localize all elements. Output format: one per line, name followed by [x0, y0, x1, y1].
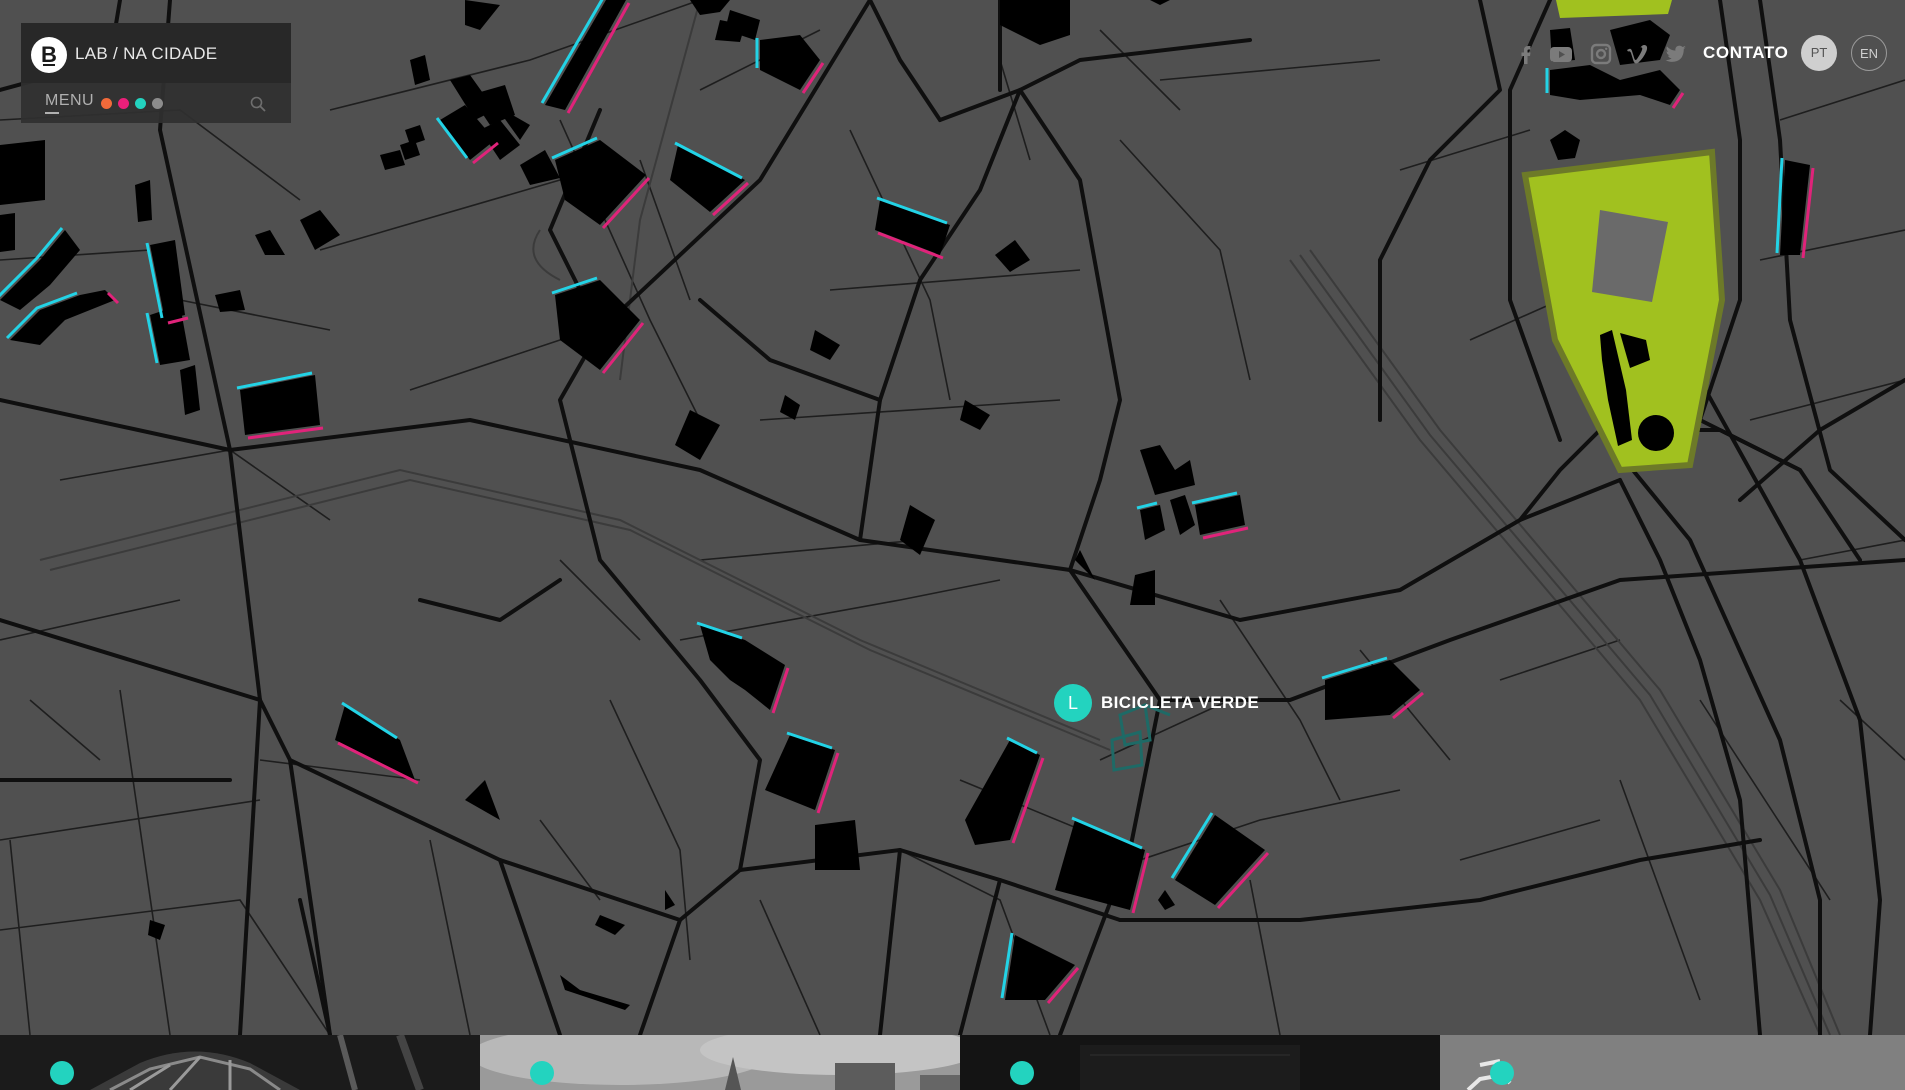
twitter-icon[interactable]	[1664, 42, 1688, 66]
menu-button[interactable]: MENU	[45, 92, 94, 114]
card-3[interactable]	[960, 1035, 1440, 1090]
contact-link[interactable]: CONTATO	[1703, 43, 1788, 63]
map-marker[interactable]: L	[1054, 684, 1092, 722]
menu-dot-orange	[101, 98, 112, 109]
card-3-dot	[1010, 1061, 1034, 1085]
youtube-icon[interactable]	[1549, 42, 1573, 66]
card-2-image	[480, 1035, 960, 1090]
map-page: B LAB / NA CIDADE MENU CONTATO PT EN L B…	[0, 0, 1905, 1090]
facebook-icon[interactable]	[1514, 42, 1538, 66]
menu-dot-grey	[152, 98, 163, 109]
instagram-icon[interactable]	[1589, 42, 1613, 66]
language-pt-button[interactable]: PT	[1801, 35, 1837, 71]
brand-panel: B LAB / NA CIDADE MENU	[21, 23, 291, 123]
card-4[interactable]	[1440, 1035, 1905, 1090]
menu-dot-pink	[118, 98, 129, 109]
city-map[interactable]	[0, 0, 1905, 1035]
map-ground	[0, 0, 1905, 1035]
brand-title[interactable]: LAB / NA CIDADE	[75, 44, 217, 64]
card-1-dot	[50, 1061, 74, 1085]
bottom-card-strip	[0, 1035, 1905, 1090]
menu-dot-teal	[135, 98, 146, 109]
card-2-dot	[530, 1061, 554, 1085]
card-1-image	[0, 1035, 480, 1090]
card-4-dot	[1490, 1061, 1514, 1085]
search-icon[interactable]	[249, 95, 267, 113]
vimeo-icon[interactable]	[1625, 42, 1649, 66]
language-en-button[interactable]: EN	[1851, 35, 1887, 71]
card-2[interactable]	[480, 1035, 960, 1090]
card-1[interactable]	[0, 1035, 480, 1090]
logo[interactable]: B	[31, 37, 67, 73]
card-3-image	[960, 1035, 1440, 1090]
map-marker-label[interactable]: BICICLETA VERDE	[1101, 693, 1259, 713]
